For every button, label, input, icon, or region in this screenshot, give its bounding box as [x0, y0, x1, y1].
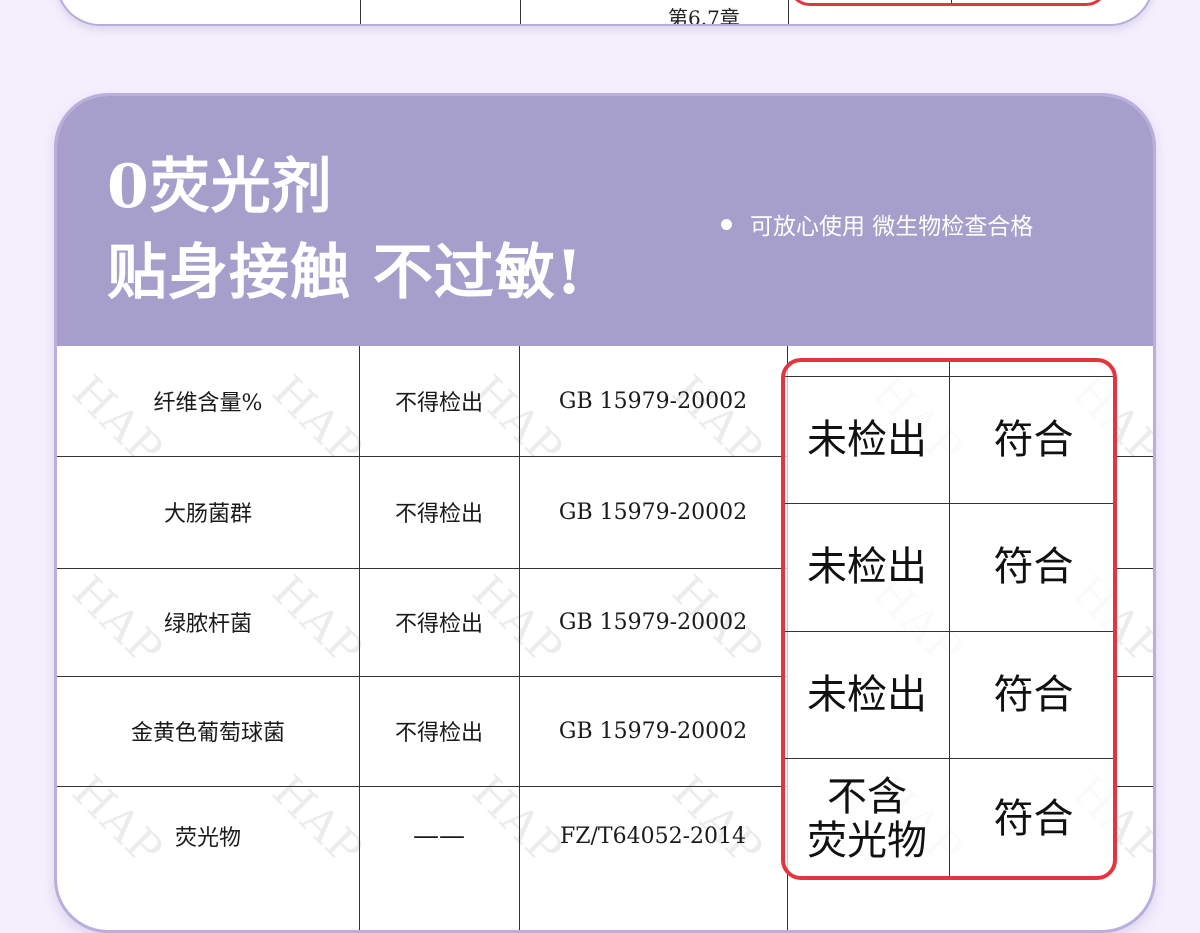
headline-primary: 0荧光剂 — [107, 152, 333, 222]
column-divider — [520, 0, 521, 24]
row-divider — [1115, 786, 1153, 787]
test-result-card: 0荧光剂 贴身接触 不过敏! 可放心使用 微生物检查合格 HAP HAP HAP… — [54, 93, 1156, 933]
column-divider — [360, 0, 361, 24]
item-name: 纤维含量% — [153, 391, 263, 416]
test-result: 未检出 — [807, 416, 927, 463]
result-highlight-box: 未检出 符合 未检出 符合 未检出 符合 不含 荧光物 符合 — [781, 358, 1117, 880]
item-name: 荧光物 — [174, 826, 241, 851]
column-divider — [788, 0, 789, 24]
verdict: 符合 — [993, 796, 1074, 842]
requirement: 不得检出 — [394, 612, 483, 637]
row-divider — [1115, 676, 1153, 677]
standard: FZ/T64052-2014 — [559, 823, 747, 849]
test-result: 未检出 — [807, 544, 927, 590]
item-name: 大肠菌群 — [163, 502, 252, 527]
test-table: HAP HAP HAP HAP HAP HAP HAP HAP HAP HAP … — [57, 346, 1153, 930]
standard: GB 15979-20002 — [558, 718, 748, 744]
test-result: 未检出 — [807, 671, 927, 718]
verdict: 符合 — [993, 544, 1074, 590]
row-divider — [1115, 568, 1153, 569]
header-note: 可放心使用 微生物检查合格 — [721, 207, 1033, 241]
requirement: 不得检出 — [394, 502, 483, 527]
test-result: 不含 荧光物 — [807, 774, 927, 864]
requirement: 不得检出 — [394, 721, 483, 746]
requirement: 不得检出 — [394, 391, 483, 416]
cut-off-text: 第6.7章 — [668, 6, 740, 26]
headline-secondary: 贴身接触 不过敏! — [107, 238, 584, 308]
previous-card: 第6.7章 — [56, 0, 1154, 26]
verdict: 符合 — [993, 416, 1074, 463]
item-name: 绿脓杆菌 — [163, 612, 252, 637]
highlight-box — [788, 0, 1108, 6]
item-name: 金黄色葡萄球菌 — [130, 721, 285, 746]
standard: GB 15979-20002 — [558, 609, 748, 635]
bullet-icon — [721, 218, 732, 230]
standard: GB 15979-20002 — [558, 388, 748, 414]
row-divider — [1115, 456, 1153, 457]
standard: GB 15979-20002 — [558, 499, 748, 525]
verdict: 符合 — [993, 671, 1074, 718]
note-text: 可放心使用 微生物检查合格 — [750, 214, 1034, 240]
requirement: —— — [413, 821, 465, 851]
card-header: 0荧光剂 贴身接触 不过敏! 可放心使用 微生物检查合格 — [57, 96, 1153, 346]
